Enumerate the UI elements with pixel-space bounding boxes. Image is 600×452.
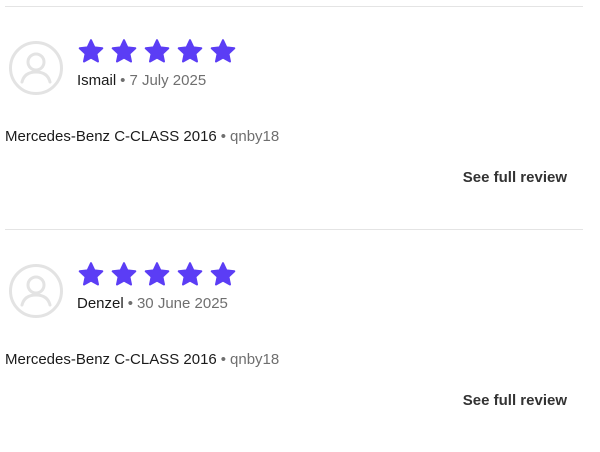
reviewer-name: Ismail	[77, 72, 117, 89]
star-rating	[77, 261, 237, 289]
user-avatar-icon	[9, 41, 63, 95]
star-icon	[78, 262, 104, 286]
vehicle-info: Mercedes-Benz C-CLASS 2016 • qnby18	[5, 350, 279, 370]
star-icon	[144, 39, 170, 63]
reviewer-username: qnby18	[230, 128, 280, 145]
vehicle-info: Mercedes-Benz C-CLASS 2016 • qnby18	[5, 127, 279, 147]
vehicle-name: Mercedes-Benz C-CLASS 2016	[5, 128, 217, 145]
review-meta: Ismail • 7 July 2025	[77, 71, 206, 91]
star-icon	[78, 39, 104, 63]
review-card: Ismail • 7 July 2025 Mercedes-Benz C-CLASS…	[0, 7, 600, 229]
separator-dot: •	[127, 295, 133, 312]
star-icon	[177, 262, 203, 286]
star-rating	[77, 38, 237, 66]
review-meta: Denzel • 30 June 2025	[77, 294, 228, 314]
see-full-review-button[interactable]: See full review	[463, 168, 567, 188]
star-icon	[144, 262, 170, 286]
star-icon	[111, 39, 137, 63]
vehicle-name: Mercedes-Benz C-CLASS 2016	[5, 351, 217, 368]
reviewer-username: qnby18	[230, 351, 280, 368]
star-icon	[111, 262, 137, 286]
user-avatar-icon	[9, 264, 63, 318]
star-icon	[210, 39, 236, 63]
review-date: 7 July 2025	[129, 72, 207, 89]
see-full-review-button[interactable]: See full review	[463, 391, 567, 411]
review-card: Denzel • 30 June 2025 Mercedes-Benz C-CLAS…	[0, 230, 600, 452]
star-icon	[177, 39, 203, 63]
separator-dot: •	[120, 72, 126, 89]
separator-dot: •	[220, 128, 227, 145]
separator-dot: •	[220, 351, 227, 368]
star-icon	[210, 262, 236, 286]
reviewer-name: Denzel	[77, 295, 124, 312]
review-date: 30 June 2025	[136, 295, 228, 312]
